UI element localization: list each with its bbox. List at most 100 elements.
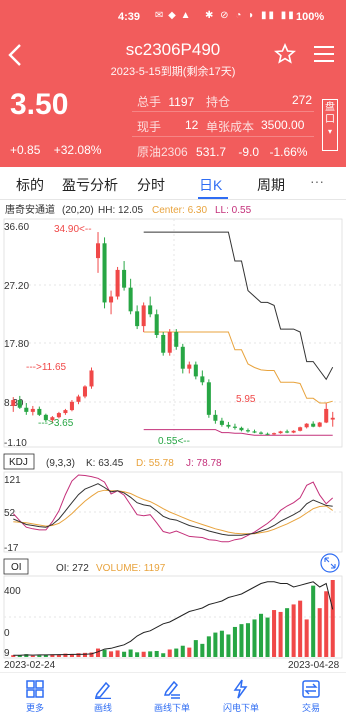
tab-underlying[interactable]: 标的 <box>16 175 44 195</box>
volume-bar <box>219 630 224 657</box>
volume-bar <box>82 652 88 657</box>
candle <box>174 332 179 347</box>
candle <box>317 422 322 427</box>
candle <box>226 424 231 427</box>
candle <box>56 413 61 418</box>
bottom-toolbar: 更多 画线 画线下单 闪电下单 交易 <box>0 672 346 714</box>
volume-bar <box>180 645 185 657</box>
menu-button[interactable] <box>314 46 336 66</box>
underlying-row[interactable]: 原油2306 531.7 -9.0 -1.66% <box>137 143 307 160</box>
oi-axis-tick: 400 <box>4 586 21 597</box>
favorite-button[interactable] <box>274 42 296 65</box>
volume-bar <box>102 649 107 657</box>
plate-button[interactable]: 盘口 ▾ <box>322 99 338 151</box>
volume-bar <box>278 611 283 657</box>
volume-bar <box>161 653 166 657</box>
candle <box>167 332 172 353</box>
volume-bar <box>76 653 81 657</box>
volume-bar <box>193 640 198 657</box>
volume-bar <box>311 585 316 657</box>
change-value: +0.85 <box>10 143 41 157</box>
volume-label: VOLUME: 1197 <box>96 563 166 574</box>
end-date: 2023-04-28 <box>288 660 340 670</box>
lightning-icon <box>233 679 248 699</box>
nav-draw-line[interactable]: 画线 <box>75 679 131 714</box>
current-hand-label: 现手 <box>137 120 162 134</box>
candle <box>37 408 42 415</box>
candle <box>245 430 251 432</box>
main-panel-frame <box>3 218 343 448</box>
ll-line <box>143 429 333 436</box>
volume-bar <box>317 608 322 657</box>
volume-bar <box>30 655 35 657</box>
annotation-365: --->3.65 <box>38 418 74 429</box>
candle <box>135 311 140 327</box>
ll-label: LL: 0.55 <box>215 205 252 216</box>
candles-group <box>11 231 335 436</box>
candle <box>89 370 94 387</box>
volume-bar <box>128 649 133 657</box>
underlying-change: -9.0 <box>238 145 260 159</box>
hamburger-icon <box>314 46 334 48</box>
more-icon[interactable]: ··· <box>310 173 324 189</box>
current-hand-value: 12 <box>185 118 199 132</box>
candle <box>161 334 166 353</box>
volume-bar <box>200 643 205 657</box>
center-label: Center: 6.30 <box>152 205 207 216</box>
underlying-price: 531.7 <box>196 145 227 159</box>
tab-period[interactable]: 周期 <box>257 175 285 195</box>
notification-icons: ✉ ◆ ▲ <box>155 10 192 21</box>
volume-bar <box>37 655 42 657</box>
volume-bar <box>232 626 237 657</box>
nav-more[interactable]: 更多 <box>7 679 63 714</box>
candle <box>324 408 329 423</box>
underlying-change-pct: -1.66% <box>269 145 308 159</box>
kdj-params: (9,3,3) <box>46 458 75 469</box>
price-change: +0.85 +32.08% <box>10 143 111 157</box>
system-icons: ✱ ⊘ ◔ ◗ ▮▮ ▮▮ <box>205 10 296 21</box>
nav-draw-order[interactable]: 画线下单 <box>144 679 200 714</box>
volume-bar <box>272 610 277 657</box>
tab-daily-k[interactable]: 日K <box>199 175 222 195</box>
candle <box>76 396 81 402</box>
candle <box>95 243 101 259</box>
candle <box>109 296 114 303</box>
candle <box>272 433 277 435</box>
quote-header: 4:39 ✉ ◆ ▲ ✱ ⊘ ◔ ◗ ▮▮ ▮▮ 100% sc2306P490… <box>0 0 346 167</box>
volume-bar <box>245 623 251 657</box>
candle <box>141 305 146 327</box>
oi-line <box>13 581 334 656</box>
candle <box>193 364 198 377</box>
expand-icon[interactable] <box>320 553 340 573</box>
star-icon <box>274 42 296 64</box>
kdj-j-line <box>12 474 334 543</box>
kdj-k-line <box>13 483 333 536</box>
volume-bar <box>206 636 211 657</box>
kdj-lines <box>12 474 334 543</box>
volume-bar <box>239 624 244 657</box>
indicator-params: (20,20) <box>62 205 94 216</box>
candle <box>291 430 296 433</box>
tab-pnl-analysis[interactable]: 盈亏分析 <box>62 175 118 195</box>
candle <box>265 433 270 435</box>
candle <box>24 407 29 412</box>
open-interest-label: 持仓 <box>206 95 231 109</box>
nav-lightning-order[interactable]: 闪电下单 <box>213 679 269 714</box>
start-date: 2023-02-24 <box>4 660 56 670</box>
y-axis-tick: 27.20 <box>4 281 29 292</box>
kdj-axis-tick: -17 <box>4 543 19 554</box>
kdj-k-label: K: 63.45 <box>86 458 124 469</box>
nav-trade[interactable]: 交易 <box>283 679 339 714</box>
candle <box>298 427 303 431</box>
underlying-name: 原油2306 <box>137 145 188 159</box>
kline-chart[interactable]: 唐奇安通道 (20,20) HH: 12.05 Center: 6.30 LL:… <box>0 200 346 671</box>
volume-bar <box>330 580 335 657</box>
y-axis-tick: 36.60 <box>4 222 29 233</box>
oi-title: OI <box>11 562 22 573</box>
tab-intraday[interactable]: 分时 <box>137 175 165 195</box>
y-axis-tick: 17.80 <box>4 339 29 350</box>
chart-area[interactable]: 唐奇安通道 (20,20) HH: 12.05 Center: 6.30 LL:… <box>0 200 346 671</box>
change-percent: +32.08% <box>53 143 102 157</box>
candle <box>213 414 218 421</box>
candle <box>258 432 264 434</box>
